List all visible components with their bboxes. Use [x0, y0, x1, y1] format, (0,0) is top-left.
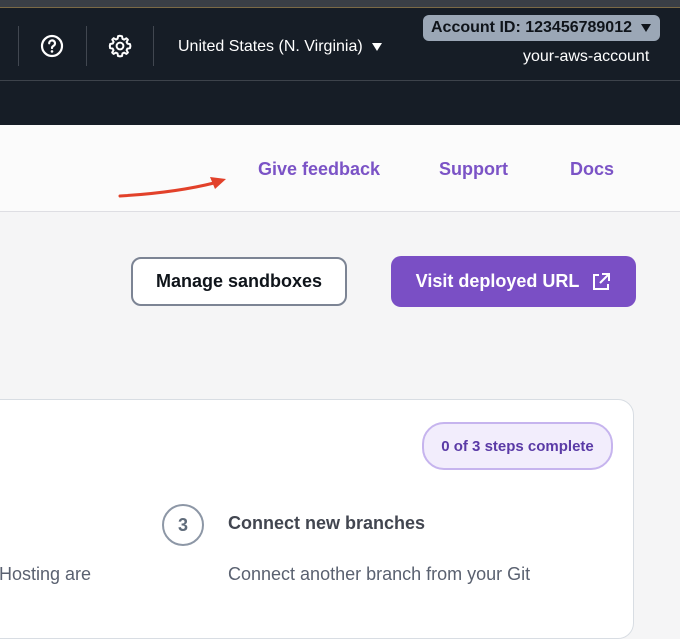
account-name: your-aws-account: [523, 48, 650, 65]
external-link-icon: [593, 272, 611, 290]
nav-divider: [18, 26, 19, 66]
visit-deployed-url-label: Visit deployed URL: [415, 271, 580, 291]
docs-link[interactable]: Docs: [570, 159, 614, 180]
step-description: Connect another branch from your Git: [228, 564, 531, 584]
caret-down-icon: [371, 43, 382, 51]
card-left-text: Hosting are: [0, 564, 92, 584]
secondary-navigation-bar: [0, 80, 680, 125]
step-number: 3: [177, 514, 188, 535]
settings-icon: [108, 34, 132, 58]
visit-deployed-url-button[interactable]: Visit deployed URL: [391, 256, 636, 307]
region-selector[interactable]: United States (N. Virginia): [178, 36, 383, 58]
annotation-arrow: [118, 177, 226, 198]
manage-sandboxes-button[interactable]: Manage sandboxes: [131, 257, 347, 306]
nav-divider: [86, 26, 87, 66]
top-stripe: [0, 0, 680, 8]
step-title: Connect new branches: [228, 513, 426, 533]
step-number-badge: 3: [162, 504, 204, 546]
account-id-label: Account ID: 123456789012: [431, 19, 632, 36]
help-button[interactable]: [36, 30, 68, 62]
region-label: United States (N. Virginia): [178, 38, 363, 55]
help-icon: [40, 34, 64, 58]
nav-divider: [153, 26, 154, 66]
caret-down-icon: [641, 24, 651, 32]
settings-button[interactable]: [104, 30, 136, 62]
support-link[interactable]: Support: [439, 159, 508, 180]
steps-progress-badge: 0 of 3 steps complete: [422, 422, 613, 470]
manage-sandboxes-label: Manage sandboxes: [155, 271, 323, 291]
steps-progress-label: 0 of 3 steps complete: [441, 437, 594, 455]
account-menu[interactable]: Account ID: 123456789012: [423, 15, 660, 41]
give-feedback-link[interactable]: Give feedback: [258, 159, 380, 180]
